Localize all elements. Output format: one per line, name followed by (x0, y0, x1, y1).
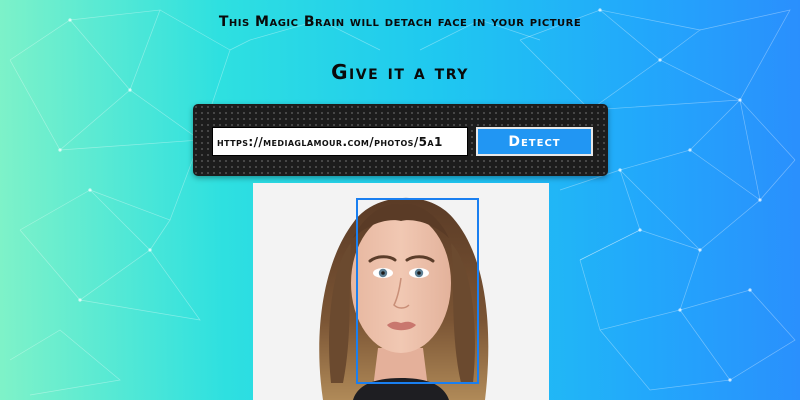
image-url-input[interactable] (212, 127, 468, 156)
image-url-form: Detect (193, 104, 608, 176)
page-subheadline: Give it a try (331, 60, 469, 84)
page-headline: This Magic Brain will detach face in you… (218, 14, 582, 30)
face-detection-box (356, 198, 479, 384)
detect-button[interactable]: Detect (476, 127, 593, 156)
